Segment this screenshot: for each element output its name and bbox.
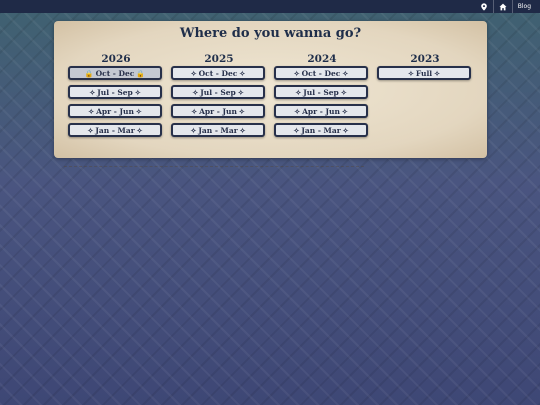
period-label: Jul - Sep (200, 87, 236, 97)
sparkle-icon: ✧ (135, 106, 142, 116)
location-button[interactable] (475, 0, 493, 13)
period-label: Oct - Dec (198, 68, 238, 78)
blog-link[interactable]: Blog (511, 0, 536, 13)
year-heading: 2025 (204, 53, 234, 65)
period-label: Apr - Jun (199, 106, 237, 116)
lock-icon: 🔒 (84, 68, 94, 78)
year-column-2024: 2024 ✧ Oct - Dec ✧ ✧ Jul - Sep ✧ ✧ Apr -… (274, 52, 370, 142)
sparkle-icon: ✧ (407, 68, 414, 78)
sparkle-icon: ✧ (294, 106, 301, 116)
sparkle-icon: ✧ (134, 87, 141, 97)
sparkle-icon: ✧ (239, 125, 246, 135)
period-label: Jul - Sep (97, 87, 133, 97)
period-button-2023-full[interactable]: ✧ Full ✧ (377, 66, 471, 80)
lock-icon: 🔒 (136, 68, 146, 78)
sparkle-icon: ✧ (237, 87, 244, 97)
period-button-2025-apr-jun[interactable]: ✧ Apr - Jun ✧ (171, 104, 265, 118)
year-heading: 2026 (101, 53, 131, 65)
period-button-2025-oct-dec[interactable]: ✧ Oct - Dec ✧ (171, 66, 265, 80)
period-label: Jan - Mar (95, 125, 135, 135)
sparkle-icon: ✧ (293, 125, 300, 135)
home-button[interactable] (492, 0, 512, 13)
sparkle-icon: ✧ (342, 125, 349, 135)
period-button-2024-jan-mar[interactable]: ✧ Jan - Mar ✧ (274, 123, 368, 137)
period-button-2026-jan-mar[interactable]: ✧ Jan - Mar ✧ (68, 123, 162, 137)
period-button-2024-jul-sep[interactable]: ✧ Jul - Sep ✧ (274, 85, 368, 99)
period-label: Jul - Sep (303, 87, 339, 97)
sparkle-icon: ✧ (293, 68, 300, 78)
top-bar: Blog (0, 0, 540, 13)
period-label: Full (415, 68, 433, 78)
home-icon (499, 3, 507, 10)
period-label: Oct - Dec (301, 68, 341, 78)
sparkle-icon: ✧ (342, 68, 349, 78)
sparkle-icon: ✧ (136, 125, 143, 135)
year-column-2023: 2023 ✧ Full ✧ (377, 52, 473, 85)
period-button-2025-jul-sep[interactable]: ✧ Jul - Sep ✧ (171, 85, 265, 99)
period-button-2026-apr-jun[interactable]: ✧ Apr - Jun ✧ (68, 104, 162, 118)
period-button-2025-jan-mar[interactable]: ✧ Jan - Mar ✧ (171, 123, 265, 137)
year-column-2025: 2025 ✧ Oct - Dec ✧ ✧ Jul - Sep ✧ ✧ Apr -… (171, 52, 267, 142)
period-button-2026-jul-sep[interactable]: ✧ Jul - Sep ✧ (68, 85, 162, 99)
period-label: Oct - Dec (95, 68, 135, 78)
sparkle-icon: ✧ (87, 125, 94, 135)
sparkle-icon: ✧ (295, 87, 302, 97)
sparkle-icon: ✧ (192, 87, 199, 97)
sparkle-icon: ✧ (340, 87, 347, 97)
page-title: Where do you wanna go? (179, 26, 362, 41)
sparkle-icon: ✧ (89, 87, 96, 97)
sparkle-icon: ✧ (238, 106, 245, 116)
period-label: Apr - Jun (302, 106, 340, 116)
year-column-2026: 2026 🔒 Oct - Dec 🔒 ✧ Jul - Sep ✧ ✧ Apr -… (68, 52, 164, 142)
sparkle-icon: ✧ (190, 125, 197, 135)
period-label: Apr - Jun (96, 106, 134, 116)
destination-panel: Where do you wanna go? 2026 🔒 Oct - Dec … (54, 21, 487, 167)
location-pin-icon (480, 2, 487, 11)
blog-link-label: Blog (517, 3, 531, 10)
divider (64, 166, 364, 167)
sparkle-icon: ✧ (88, 106, 95, 116)
sparkle-icon: ✧ (191, 106, 198, 116)
period-button-2026-oct-dec[interactable]: 🔒 Oct - Dec 🔒 (68, 66, 162, 80)
period-label: Jan - Mar (198, 125, 238, 135)
period-button-2024-oct-dec[interactable]: ✧ Oct - Dec ✧ (274, 66, 368, 80)
sparkle-icon: ✧ (341, 106, 348, 116)
period-label: Jan - Mar (301, 125, 341, 135)
sparkle-icon: ✧ (239, 68, 246, 78)
period-button-2024-apr-jun[interactable]: ✧ Apr - Jun ✧ (274, 104, 368, 118)
sparkle-icon: ✧ (190, 68, 197, 78)
sparkle-icon: ✧ (434, 68, 441, 78)
year-heading: 2023 (410, 53, 440, 65)
year-heading: 2024 (307, 53, 337, 65)
